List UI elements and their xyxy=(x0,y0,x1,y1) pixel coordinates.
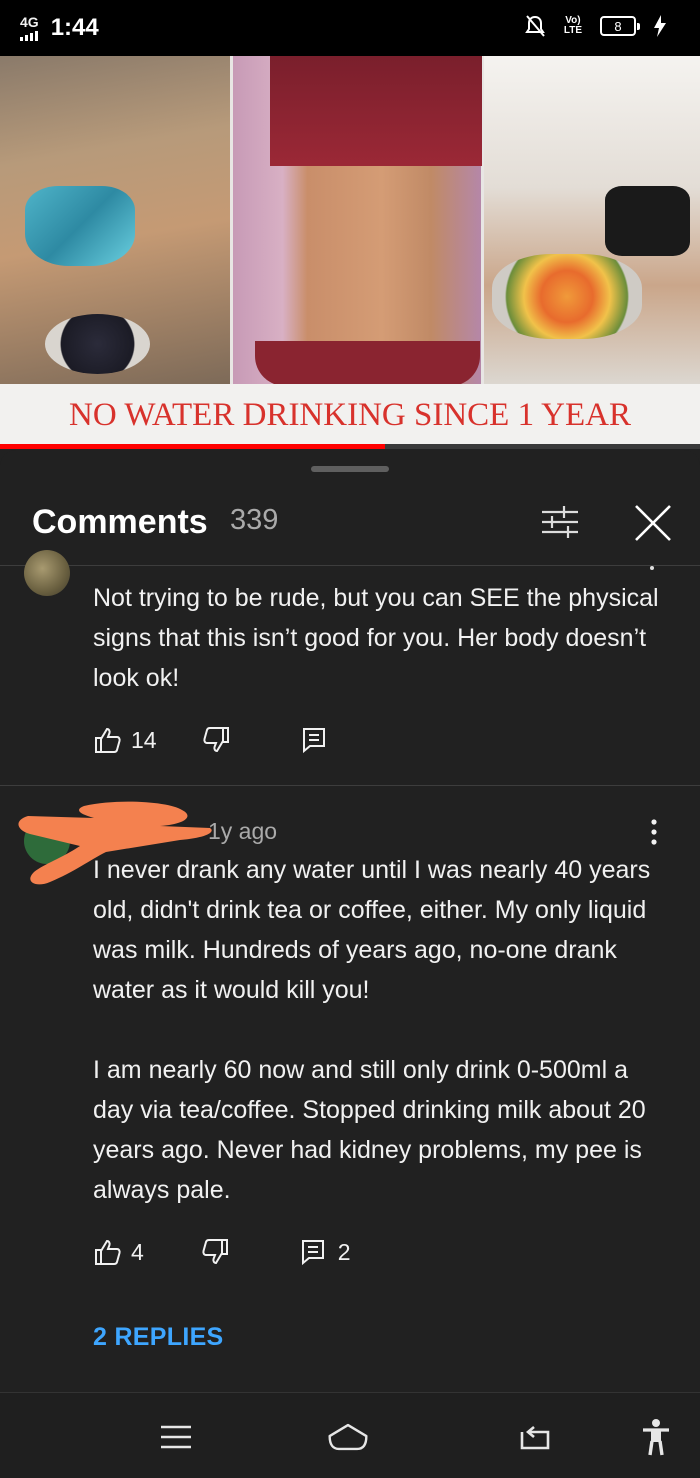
network-type: 4G xyxy=(20,14,39,30)
comments-header: Comments 339 xyxy=(0,486,700,566)
comments-count: 339 xyxy=(230,504,279,536)
thumbnail-detail xyxy=(605,186,690,256)
back-button[interactable] xyxy=(512,1415,556,1459)
comment-actions: 4 2 xyxy=(93,1234,351,1270)
banner-text: NO WATER DRINKING SINCE 1 YEAR xyxy=(69,396,631,433)
sort-filter-icon xyxy=(542,506,578,538)
drag-handle[interactable] xyxy=(311,466,389,472)
accessibility-icon xyxy=(643,1419,669,1456)
comment-item: Not trying to be rude, but you can SEE t… xyxy=(0,550,700,786)
like-count: 14 xyxy=(131,726,157,753)
sort-filter-button[interactable] xyxy=(540,502,580,542)
comment-menu-button[interactable] xyxy=(644,818,664,848)
system-nav-bar xyxy=(0,1392,700,1478)
thumbs-down-icon xyxy=(202,727,229,753)
comment-text: Not trying to be rude, but you can SEE t… xyxy=(93,584,659,692)
reply-count: 2 xyxy=(337,1238,351,1265)
dislike-button[interactable] xyxy=(201,725,231,755)
comment-text: I never drank any water until I was near… xyxy=(93,856,651,1004)
home-icon xyxy=(328,1423,368,1451)
status-bar: 4G 1:44 Vo) LTE 8 xyxy=(0,0,700,56)
thumbnail-detail xyxy=(45,314,150,374)
thumbs-up-icon xyxy=(95,1239,121,1265)
recents-button[interactable] xyxy=(154,1415,198,1459)
comments-sheet: Comments 339 Not trying to be rude, but … xyxy=(0,450,700,1392)
overflow-menu-partial[interactable] xyxy=(650,566,654,570)
battery-icon: 8 xyxy=(600,16,640,36)
comment-time: 1y ago xyxy=(208,818,278,844)
comment-text: I am nearly 60 now and still only drink … xyxy=(93,1056,646,1204)
more-vert-icon xyxy=(651,819,657,845)
thumbnail-banner: NO WATER DRINKING SINCE 1 YEAR xyxy=(0,384,700,446)
back-icon xyxy=(520,1426,550,1450)
comment-actions: 14 xyxy=(93,722,335,758)
signal-icon xyxy=(20,31,38,41)
close-button[interactable] xyxy=(632,502,674,544)
thumbnail-detail xyxy=(255,341,480,386)
status-time: 1:44 xyxy=(50,14,99,41)
reply-button[interactable]: 2 xyxy=(300,1238,351,1266)
video-progress-fill xyxy=(0,444,385,449)
thumbnail-detail xyxy=(492,254,642,339)
thumbs-up-icon xyxy=(95,727,121,753)
comments-title: Comments xyxy=(32,503,208,541)
like-button[interactable]: 14 xyxy=(93,725,157,755)
battery-level: 8 xyxy=(614,18,622,34)
thumbs-down-icon xyxy=(202,1239,228,1265)
comment-item: 1y ago I never drank any water until I w… xyxy=(0,786,700,1392)
volte-icon: Vo) LTE xyxy=(563,15,582,36)
thumbnail-detail xyxy=(270,56,482,166)
dislike-button[interactable] xyxy=(200,1237,230,1267)
like-count: 4 xyxy=(131,1238,144,1265)
home-button[interactable] xyxy=(326,1415,370,1459)
video-thumbnail[interactable]: NO WATER DRINKING SINCE 1 YEAR xyxy=(0,56,700,446)
charging-icon xyxy=(654,15,666,37)
reply-comment-icon xyxy=(302,728,325,754)
reply-button[interactable] xyxy=(301,726,335,754)
close-icon xyxy=(635,505,671,541)
network-indicator: 4G xyxy=(20,15,39,41)
reply-comment-icon xyxy=(301,1240,324,1266)
avatar[interactable] xyxy=(24,550,70,596)
accessibility-button[interactable] xyxy=(634,1415,678,1459)
video-progress-bar[interactable] xyxy=(0,444,700,449)
mute-bell-icon xyxy=(524,15,545,37)
like-button[interactable]: 4 xyxy=(93,1237,144,1267)
menu-lines-icon xyxy=(161,1425,191,1449)
view-replies-link[interactable]: 2 REPLIES xyxy=(93,1323,224,1352)
thumbnail-detail xyxy=(25,186,135,266)
